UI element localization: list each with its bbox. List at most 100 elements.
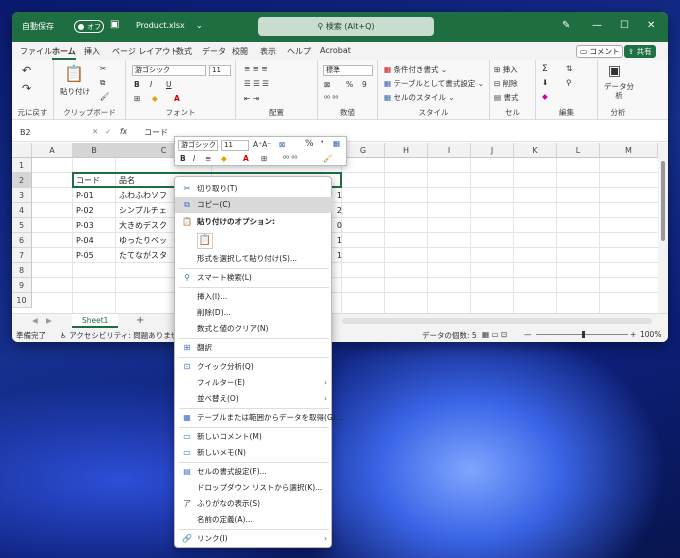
worksheet-grid[interactable]: A B C D E F G H I J K L M 1 2 3 4 5 6 7 … [12, 143, 658, 313]
percent-button[interactable]: % [305, 139, 314, 149]
col-header-A[interactable]: A [32, 143, 73, 158]
maximize-icon[interactable]: ☐ [620, 20, 629, 31]
row-header[interactable]: 3 [12, 188, 32, 203]
formula-input[interactable]: コード [144, 127, 168, 138]
format-painter-icon[interactable]: 🖌 [323, 154, 333, 163]
view-icons[interactable]: ▦ ▭ ⊡ [482, 330, 507, 339]
tab-insert[interactable]: 挿入 [84, 46, 100, 57]
tab-data[interactable]: データ [202, 46, 226, 57]
align-top-icon[interactable]: ≡ ≡ ≡ [244, 64, 268, 73]
tab-help[interactable]: ヘルプ [287, 46, 311, 57]
col-header-J[interactable]: J [471, 143, 514, 158]
add-sheet-button[interactable]: + [136, 315, 144, 326]
menu-furigana[interactable]: アふりがなの表示(S) [175, 496, 333, 512]
menu-paste-special[interactable]: 形式を選択して貼り付け(S)... [175, 251, 333, 267]
menu-format-cells[interactable]: ▤ セルの書式設定(F)... [175, 464, 333, 480]
decimal-icon[interactable]: ⁰⁰ ⁰⁰ [324, 94, 338, 103]
undo-icon[interactable]: ↶ [22, 64, 31, 77]
mini-italic-button[interactable]: I [193, 154, 195, 163]
cut-icon[interactable]: ✂ [100, 64, 106, 73]
decimal-icon[interactable]: ⁰⁰ ⁰⁰ [283, 154, 297, 163]
cell-B5[interactable]: P-03 [73, 218, 115, 233]
delete-cells-button[interactable]: ⊟ 削除 [494, 78, 518, 89]
comma-icon[interactable]: ❜ [321, 139, 323, 148]
chevron-down-icon[interactable]: ⌄ [196, 21, 203, 30]
tab-formulas[interactable]: 数式 [176, 46, 192, 57]
menu-sort[interactable]: 並べ替え(O) › [175, 391, 333, 407]
pen-icon[interactable]: ✎ [562, 20, 570, 31]
menu-smart-lookup[interactable]: ⚲ スマート検索(L) [175, 270, 333, 286]
underline-button[interactable]: U [166, 80, 172, 89]
menu-delete[interactable]: 削除(D)... [175, 305, 333, 321]
mini-bold-button[interactable]: B [180, 154, 186, 163]
cell-B3[interactable]: P-01 [73, 188, 115, 203]
grow-font-icon[interactable]: A⁺A⁻ [253, 140, 271, 149]
col-header-I[interactable]: I [428, 143, 471, 158]
border-icon[interactable]: ⊞ [134, 94, 140, 103]
accessibility-status[interactable]: ♿ アクセシビリティ: 問題ありません [60, 330, 185, 341]
menu-dropdown-list[interactable]: ドロップダウン リストから選択(K)... [175, 480, 333, 496]
tab-acrobat[interactable]: Acrobat [320, 46, 351, 55]
font-name-select[interactable]: 游ゴシック [132, 65, 206, 76]
clear-icon[interactable]: ◆ [542, 92, 548, 101]
tab-scroll-right-icon[interactable]: ▶ [46, 316, 52, 325]
col-header-M[interactable]: M [600, 143, 658, 158]
data-analysis-icon[interactable]: ▣ [608, 63, 621, 79]
menu-quick-analysis[interactable]: ⊡ クイック分析(Q) [175, 359, 333, 375]
menu-cut[interactable]: ✂ 切り取り(T) [175, 181, 333, 197]
cell-B2[interactable]: コード [73, 173, 115, 188]
format-cells-button[interactable]: ▤ 書式 [494, 92, 518, 103]
sort-filter-icon[interactable]: ⇅ [566, 64, 572, 73]
menu-get-data[interactable]: ▦ テーブルまたは範囲からデータを取得(G)... [175, 410, 343, 426]
select-all-corner[interactable] [12, 143, 32, 158]
tab-file[interactable]: ファイル [20, 46, 52, 57]
percent-button[interactable]: % [346, 80, 353, 89]
cell-B7[interactable]: P-05 [73, 248, 115, 263]
font-color-button[interactable]: A [243, 154, 249, 163]
font-color-button[interactable]: A [174, 94, 180, 103]
fill-icon[interactable]: ⬇ [542, 78, 548, 87]
save-icon[interactable]: ▣ [110, 19, 119, 30]
indent-icon[interactable]: ⇤ ⇥ [244, 94, 259, 103]
menu-translate[interactable]: ⊞ 翻訳 [175, 340, 333, 356]
menu-insert[interactable]: 挿入(I)... [175, 289, 333, 305]
col-header-K[interactable]: K [514, 143, 557, 158]
comment-button[interactable]: ▭ コメント [576, 45, 624, 58]
fill-color-icon[interactable]: ◆ [152, 94, 158, 103]
menu-clear[interactable]: 数式と値のクリア(N) [175, 321, 333, 337]
find-icon[interactable]: ⚲ [566, 78, 572, 87]
search-box[interactable]: ⚲ 検索 (Alt+Q) [258, 17, 434, 36]
zoom-in-icon[interactable]: + [630, 330, 636, 339]
menu-new-comment[interactable]: ▭ 新しいコメント(M) [175, 429, 333, 445]
mini-font-select[interactable]: 游ゴシック [178, 140, 218, 151]
currency-icon[interactable]: ⊠ [324, 80, 330, 89]
menu-copy[interactable]: ⧉ コピー(C) [175, 197, 333, 213]
zoom-slider[interactable] [536, 331, 628, 338]
vertical-scrollbar[interactable] [658, 143, 668, 313]
autosave-toggle[interactable]: オフ [74, 20, 104, 33]
sheet-tab-sheet1[interactable]: Sheet1 [72, 314, 119, 328]
name-box[interactable]: B2 [20, 128, 31, 137]
file-name[interactable]: Product.xlsx [136, 21, 185, 30]
col-header-L[interactable]: L [557, 143, 600, 158]
menu-define-name[interactable]: 名前の定義(A)... [175, 512, 333, 528]
tab-home[interactable]: ホーム [52, 46, 76, 60]
tab-view[interactable]: 表示 [260, 46, 276, 57]
row-header[interactable]: 1 [12, 158, 32, 173]
row-header[interactable]: 5 [12, 218, 32, 233]
table-icon[interactable]: ▦ [333, 139, 340, 148]
row-header[interactable]: 10 [12, 293, 32, 308]
conditional-format-button[interactable]: ▦ 条件付き書式 ⌄ [384, 64, 447, 75]
zoom-level[interactable]: 100% [640, 330, 661, 339]
paste-icon[interactable]: 📋 [64, 64, 84, 83]
close-icon[interactable]: ✕ [647, 20, 655, 31]
cancel-icon[interactable]: ✕ [92, 127, 98, 136]
bold-button[interactable]: B [134, 80, 140, 89]
row-header[interactable]: 7 [12, 248, 32, 263]
row-header[interactable]: 9 [12, 278, 32, 293]
italic-button[interactable]: I [150, 80, 152, 89]
function-icon[interactable]: fx [120, 127, 127, 136]
number-format-select[interactable]: 標準 [323, 65, 373, 76]
cell-B6[interactable]: P-04 [73, 233, 115, 248]
cell-B4[interactable]: P-02 [73, 203, 115, 218]
